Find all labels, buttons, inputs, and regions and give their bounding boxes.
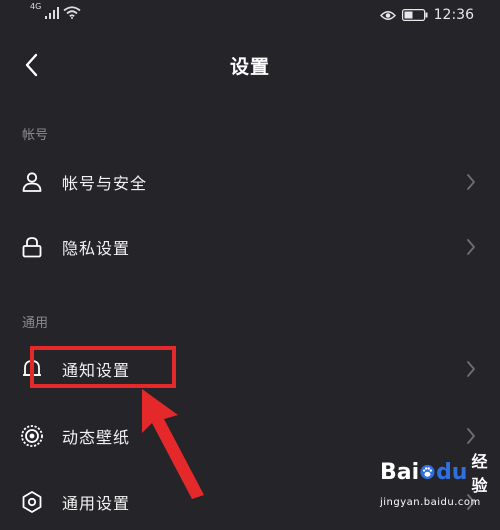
row-label: 通知设置 xyxy=(62,361,131,380)
row-label: 帐号与安全 xyxy=(62,174,148,193)
eye-icon xyxy=(379,10,396,20)
live-wallpaper-icon xyxy=(21,425,43,447)
clock: 12:36 xyxy=(433,7,474,23)
cell-signal-icon xyxy=(45,7,60,19)
status-bar: 4G 12:36 xyxy=(0,0,500,34)
baidu-paw-icon xyxy=(420,464,435,480)
section-header-account: 帐号 xyxy=(22,128,49,143)
chevron-right-icon xyxy=(467,361,475,377)
baidu-jingyan-watermark: Bai du 经验 jingyan.baidu.com xyxy=(380,448,498,508)
watermark-logo: Bai du 经验 xyxy=(380,448,498,496)
row-label: 动态壁纸 xyxy=(62,428,131,447)
page-title: 设置 xyxy=(229,56,270,78)
lock-icon xyxy=(22,237,42,258)
person-icon xyxy=(22,172,42,192)
watermark-du: du xyxy=(436,459,468,485)
nav-bar: 设置 xyxy=(0,40,500,90)
row-label: 通用设置 xyxy=(62,494,131,513)
chevron-right-icon xyxy=(467,174,475,190)
gear-icon xyxy=(22,491,42,513)
chevron-right-icon xyxy=(467,428,475,444)
network-type: 4G xyxy=(30,2,42,11)
status-left: 4G xyxy=(30,2,81,19)
row-label: 隐私设置 xyxy=(62,239,131,258)
row-privacy-settings[interactable]: 隐私设置 xyxy=(0,219,500,275)
watermark-bai: Bai xyxy=(380,459,420,485)
wifi-icon xyxy=(63,6,81,19)
row-account-security[interactable]: 帐号与安全 xyxy=(0,154,500,210)
chevron-right-icon xyxy=(467,239,475,255)
status-right: 12:36 xyxy=(379,7,474,23)
section-header-general: 通用 xyxy=(22,316,49,331)
watermark-jingyan: 经验 xyxy=(471,452,488,495)
battery-icon xyxy=(401,9,428,21)
row-notification-settings[interactable]: 通知设置 xyxy=(0,341,500,397)
bell-icon xyxy=(23,360,41,379)
